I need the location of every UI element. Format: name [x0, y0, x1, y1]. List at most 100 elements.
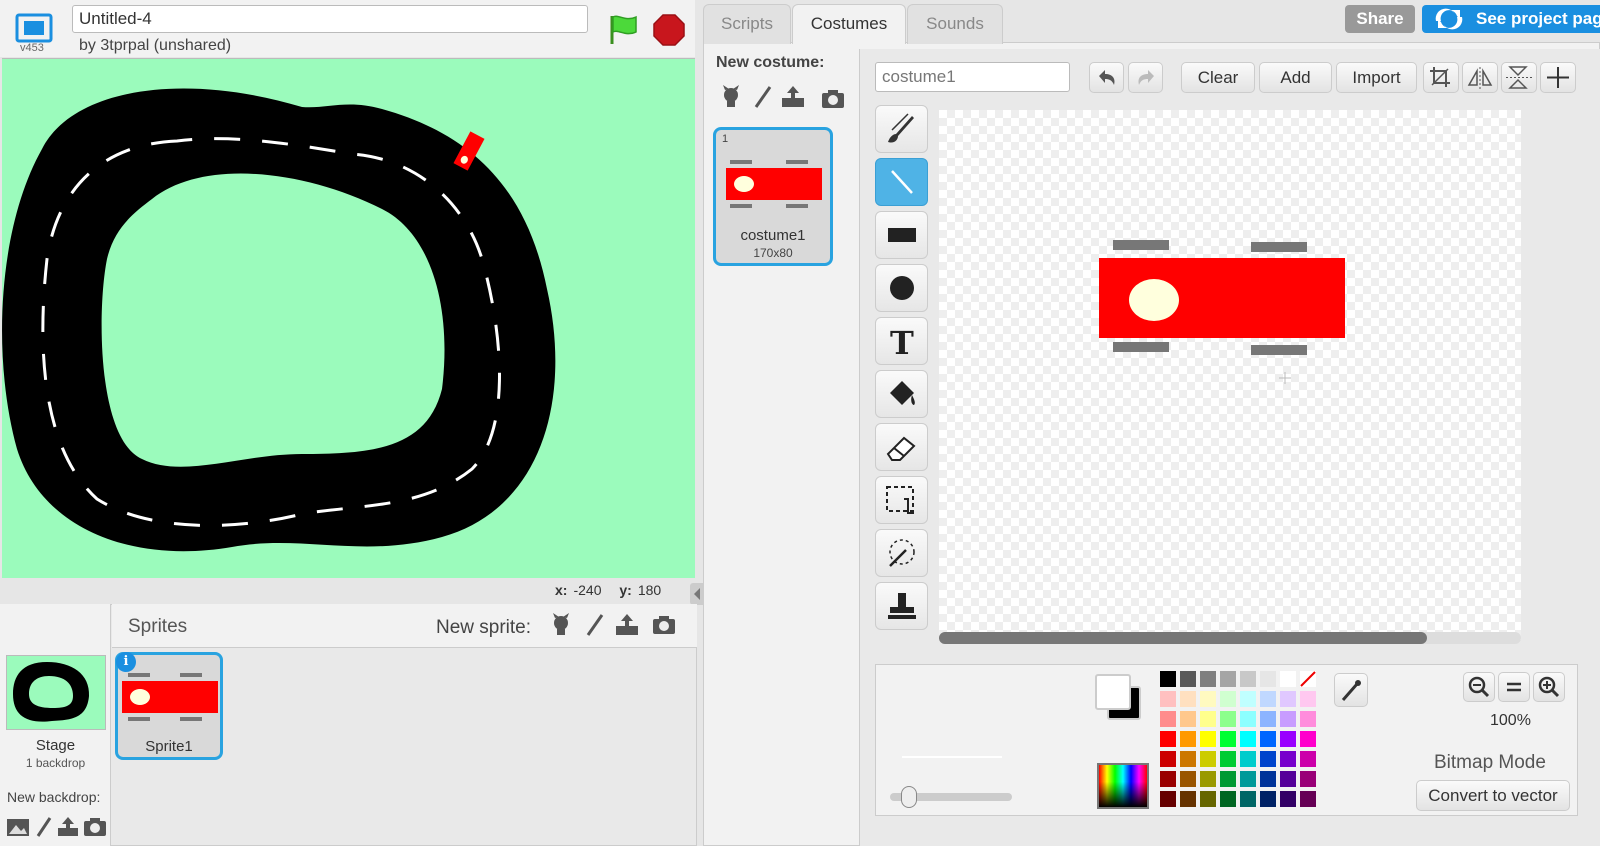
select-icon[interactable]: [875, 476, 928, 524]
tab-sounds[interactable]: Sounds: [907, 4, 1003, 44]
color-swatch[interactable]: [1260, 671, 1276, 687]
add-button[interactable]: Add: [1259, 62, 1332, 93]
color-swatch[interactable]: [1200, 751, 1216, 767]
eyedropper-icon[interactable]: [1334, 673, 1368, 707]
color-swatch[interactable]: [1240, 711, 1256, 727]
tab-costumes[interactable]: Costumes: [792, 4, 906, 44]
costume-library-icon[interactable]: [718, 84, 744, 110]
color-swatch[interactable]: [1220, 691, 1236, 707]
sprite-library-icon[interactable]: [548, 612, 574, 638]
set-center-icon[interactable]: [1540, 62, 1576, 93]
paint-backdrop-icon[interactable]: [34, 816, 54, 838]
costume-name-input[interactable]: [875, 62, 1070, 92]
brush-icon[interactable]: [875, 105, 928, 153]
upload-backdrop-icon[interactable]: [56, 816, 80, 838]
color-swatch[interactable]: [1180, 691, 1196, 707]
magic-wand-icon[interactable]: [875, 529, 928, 577]
color-swatch[interactable]: [1240, 791, 1256, 807]
color-swatch[interactable]: [1280, 791, 1296, 807]
color-swatch[interactable]: [1220, 731, 1236, 747]
color-swatch[interactable]: [1240, 751, 1256, 767]
crop-icon[interactable]: [1423, 62, 1459, 93]
color-swatch[interactable]: [1180, 791, 1196, 807]
color-swatch[interactable]: [1180, 751, 1196, 767]
color-swatch[interactable]: [1160, 751, 1176, 767]
color-swatch[interactable]: [1280, 711, 1296, 727]
paint-canvas[interactable]: [939, 110, 1521, 640]
eraser-icon[interactable]: [875, 423, 928, 471]
convert-to-vector-button[interactable]: Convert to vector: [1416, 780, 1570, 811]
color-swatch[interactable]: [1180, 771, 1196, 787]
see-project-page-button[interactable]: See project page: [1422, 5, 1600, 33]
canvas-scrollbar-thumb[interactable]: [939, 632, 1427, 644]
color-swatch[interactable]: [1260, 751, 1276, 767]
color-swatch[interactable]: [1260, 711, 1276, 727]
color-swatch[interactable]: [1260, 731, 1276, 747]
color-swatch[interactable]: [1240, 771, 1256, 787]
fullscreen-icon[interactable]: [14, 12, 54, 46]
color-swatch[interactable]: [1160, 691, 1176, 707]
color-swatch[interactable]: [1160, 771, 1176, 787]
redo-button[interactable]: [1128, 62, 1163, 93]
flip-horizontal-icon[interactable]: [1462, 62, 1498, 93]
brush-size-thumb[interactable]: [901, 786, 917, 808]
color-swatch[interactable]: [1160, 731, 1176, 747]
color-swatch[interactable]: [1200, 791, 1216, 807]
color-swatch[interactable]: [1280, 671, 1296, 687]
zoom-in-icon[interactable]: [1533, 672, 1565, 702]
fill-icon[interactable]: [875, 370, 928, 418]
color-swatch[interactable]: [1300, 771, 1316, 787]
color-swatch[interactable]: [1280, 771, 1296, 787]
panel-collapse-handle[interactable]: [690, 583, 704, 605]
flip-vertical-icon[interactable]: [1501, 62, 1537, 93]
camera-backdrop-icon[interactable]: [83, 816, 107, 838]
camera-costume-icon[interactable]: [820, 86, 846, 112]
color-swatch[interactable]: [1240, 671, 1256, 687]
color-swatch[interactable]: [1220, 791, 1236, 807]
green-flag-icon[interactable]: [605, 12, 639, 46]
color-swatch[interactable]: [1160, 791, 1176, 807]
color-swatch[interactable]: [1180, 711, 1196, 727]
color-swatch-selected[interactable]: [1095, 674, 1151, 730]
color-swatch[interactable]: [1280, 751, 1296, 767]
color-swatch[interactable]: [1300, 791, 1316, 807]
import-button[interactable]: Import: [1336, 62, 1417, 93]
color-swatch[interactable]: [1280, 691, 1296, 707]
color-swatch[interactable]: [1240, 731, 1256, 747]
stage[interactable]: [2, 58, 695, 578]
color-swatch[interactable]: [1260, 691, 1276, 707]
color-swatch[interactable]: [1200, 771, 1216, 787]
color-swatch[interactable]: [1200, 711, 1216, 727]
share-button[interactable]: Share: [1345, 5, 1415, 33]
color-swatch[interactable]: [1200, 731, 1216, 747]
clear-button[interactable]: Clear: [1181, 62, 1255, 93]
color-swatch[interactable]: [1200, 691, 1216, 707]
upload-sprite-icon[interactable]: [614, 612, 640, 638]
project-title-input[interactable]: [72, 5, 588, 33]
camera-sprite-icon[interactable]: [651, 612, 677, 638]
color-swatch[interactable]: [1180, 731, 1196, 747]
text-icon[interactable]: T: [875, 317, 928, 365]
color-swatch[interactable]: [1220, 711, 1236, 727]
paint-costume-icon[interactable]: [750, 84, 776, 110]
undo-button[interactable]: [1089, 62, 1124, 93]
backdrop-library-icon[interactable]: [6, 816, 30, 838]
rectangle-icon[interactable]: [875, 211, 928, 259]
color-swatch[interactable]: [1260, 791, 1276, 807]
stage-thumbnail[interactable]: [6, 655, 106, 730]
color-swatch[interactable]: [1180, 671, 1196, 687]
zoom-out-icon[interactable]: [1463, 672, 1495, 702]
color-swatch[interactable]: [1220, 771, 1236, 787]
color-swatch[interactable]: [1260, 771, 1276, 787]
color-swatch[interactable]: [1300, 691, 1316, 707]
color-swatch[interactable]: [1280, 731, 1296, 747]
stamp-icon[interactable]: [875, 582, 928, 630]
line-icon[interactable]: [875, 158, 928, 206]
stop-icon[interactable]: [653, 14, 685, 46]
sprite-info-icon[interactable]: i: [116, 652, 136, 672]
color-swatch[interactable]: [1300, 671, 1316, 687]
color-swatch[interactable]: [1300, 731, 1316, 747]
zoom-reset-icon[interactable]: [1498, 672, 1530, 702]
color-swatch[interactable]: [1220, 671, 1236, 687]
ellipse-icon[interactable]: [875, 264, 928, 312]
